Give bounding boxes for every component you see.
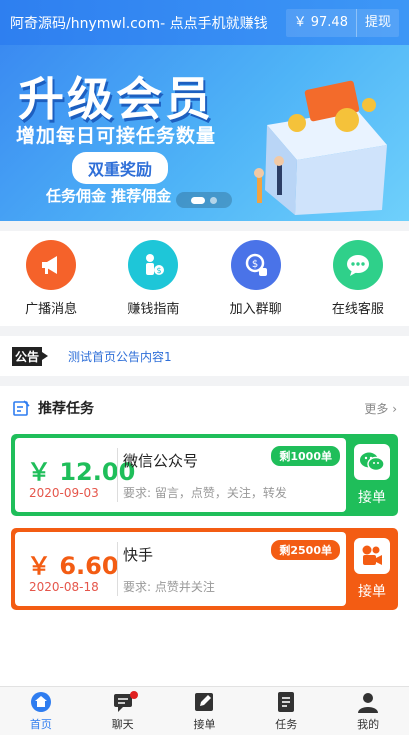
tab-profile[interactable]: 我的 — [327, 687, 409, 735]
menu-label-service: 在线客服 — [331, 302, 384, 317]
megaphone-icon — [26, 240, 77, 290]
task-price: ￥ 12.00 — [27, 458, 136, 486]
menu-label-guide: 赚钱指南 — [127, 302, 180, 317]
banner-bottom-text: 任务佣金 推荐佣金 — [46, 187, 172, 205]
quick-menu: 广播消息 $ 赚钱指南 $ 加入群聊 在线客服 — [0, 231, 409, 326]
notice-arrow-icon — [42, 352, 49, 360]
task-price: ￥ 6.60 — [27, 552, 119, 580]
chat-bubble-icon — [332, 240, 383, 290]
task-list-header-icon — [13, 400, 30, 416]
banner-pagination[interactable] — [176, 192, 232, 208]
tab-chat[interactable]: 聊天 — [82, 687, 164, 735]
chat-badge-dot — [129, 691, 138, 699]
task-list-icon — [275, 691, 297, 713]
balance-amount: ￥ 97.48 — [286, 8, 357, 37]
task-remaining-badge: 剩1000单 — [271, 446, 340, 466]
notice-bar[interactable]: 公告 测试首页公告内容1 — [0, 336, 409, 376]
svg-text:$: $ — [251, 259, 257, 270]
task-requirement: 要求: 点赞并关注 — [123, 580, 215, 594]
balance-box: ￥ 97.48 提现 — [285, 8, 399, 37]
kuaishou-icon — [354, 537, 390, 574]
task-requirement: 要求: 留言，点赞，关注，转发 — [123, 486, 287, 500]
task-name: 微信公众号 — [123, 452, 199, 470]
task-card[interactable]: ￥ 6.60 2020-08-18 快手 要求: 点赞并关注 剩2500单 接单 — [11, 528, 398, 610]
home-icon — [30, 691, 52, 713]
task-card[interactable]: ￥ 12.00 2020-09-03 微信公众号 要求: 留言，点赞，关注，转发… — [11, 434, 398, 516]
menu-item-service[interactable]: 在线客服 — [307, 231, 409, 326]
menu-label-broadcast: 广播消息 — [25, 302, 78, 317]
tasks-header: 推荐任务 更多 › — [0, 386, 409, 430]
tab-label-tasks: 任务 — [275, 717, 298, 731]
banner-dot-1[interactable] — [191, 196, 205, 204]
gift-box-illustration — [254, 80, 387, 215]
menu-item-guide[interactable]: $ 赚钱指南 — [102, 231, 204, 326]
task-date: 2020-08-18 — [29, 580, 99, 594]
accept-task-button[interactable]: 接单 — [346, 434, 398, 516]
notice-text[interactable]: 测试首页公告内容1 — [68, 348, 172, 365]
task-card-body[interactable]: ￥ 12.00 2020-09-03 微信公众号 要求: 留言，点赞，关注，转发… — [15, 438, 346, 512]
banner-dot-2[interactable] — [210, 196, 217, 204]
accept-task-button[interactable]: 接单 — [346, 528, 398, 610]
tab-label-profile: 我的 — [357, 717, 380, 731]
banner-headline: 升级会员 — [18, 72, 214, 126]
task-date: 2020-09-03 — [29, 486, 99, 500]
tab-accept-orders[interactable]: 接单 — [164, 687, 246, 735]
svg-text:$: $ — [157, 266, 162, 275]
recommended-tasks: 推荐任务 更多 › ￥ 12.00 2020-09-03 微信公众号 要求: 留… — [0, 386, 409, 686]
notice-tag: 公告 — [12, 346, 49, 366]
banner-pill: 双重奖励 — [72, 152, 169, 184]
task-name: 快手 — [123, 546, 154, 564]
task-divider — [117, 542, 118, 596]
bottom-tab-bar: 首页 聊天 接单 任务 我的 — [0, 686, 409, 735]
accept-label: 接单 — [358, 489, 386, 506]
group-chat-icon: $ — [230, 240, 281, 290]
header-bar: 阿奇源码/hnymwl.com- 点点手机就赚钱 ￥ 97.48 提现 — [0, 0, 409, 45]
tab-label-home: 首页 — [29, 717, 52, 731]
money-guide-icon: $ — [128, 240, 179, 290]
user-icon — [357, 691, 379, 713]
task-divider — [117, 448, 118, 502]
app-title: 阿奇源码/hnymwl.com- 点点手机就赚钱 — [10, 15, 268, 32]
accept-label: 接单 — [358, 583, 386, 600]
tab-label-chat: 聊天 — [111, 717, 134, 731]
edit-icon — [193, 691, 215, 713]
promo-banner[interactable]: 升级会员 增加每日可接任务数量 双重奖励 任务佣金 推荐佣金 — [0, 45, 409, 221]
notice-tag-label: 公告 — [12, 346, 43, 366]
menu-item-group-chat[interactable]: $ 加入群聊 — [205, 231, 307, 326]
menu-item-broadcast[interactable]: 广播消息 — [0, 231, 102, 326]
tasks-title: 推荐任务 — [38, 401, 94, 417]
tab-tasks[interactable]: 任务 — [245, 687, 327, 735]
tab-home[interactable]: 首页 — [0, 687, 82, 735]
banner-subline: 增加每日可接任务数量 — [16, 125, 217, 147]
menu-label-group-chat: 加入群聊 — [229, 302, 282, 317]
task-remaining-badge: 剩2500单 — [271, 540, 340, 560]
task-card-body[interactable]: ￥ 6.60 2020-08-18 快手 要求: 点赞并关注 剩2500单 — [15, 532, 346, 606]
withdraw-button[interactable]: 提现 — [357, 9, 399, 37]
tab-label-accept-orders: 接单 — [193, 717, 216, 731]
wechat-icon — [354, 443, 390, 480]
more-link[interactable]: 更多 › — [364, 400, 397, 417]
